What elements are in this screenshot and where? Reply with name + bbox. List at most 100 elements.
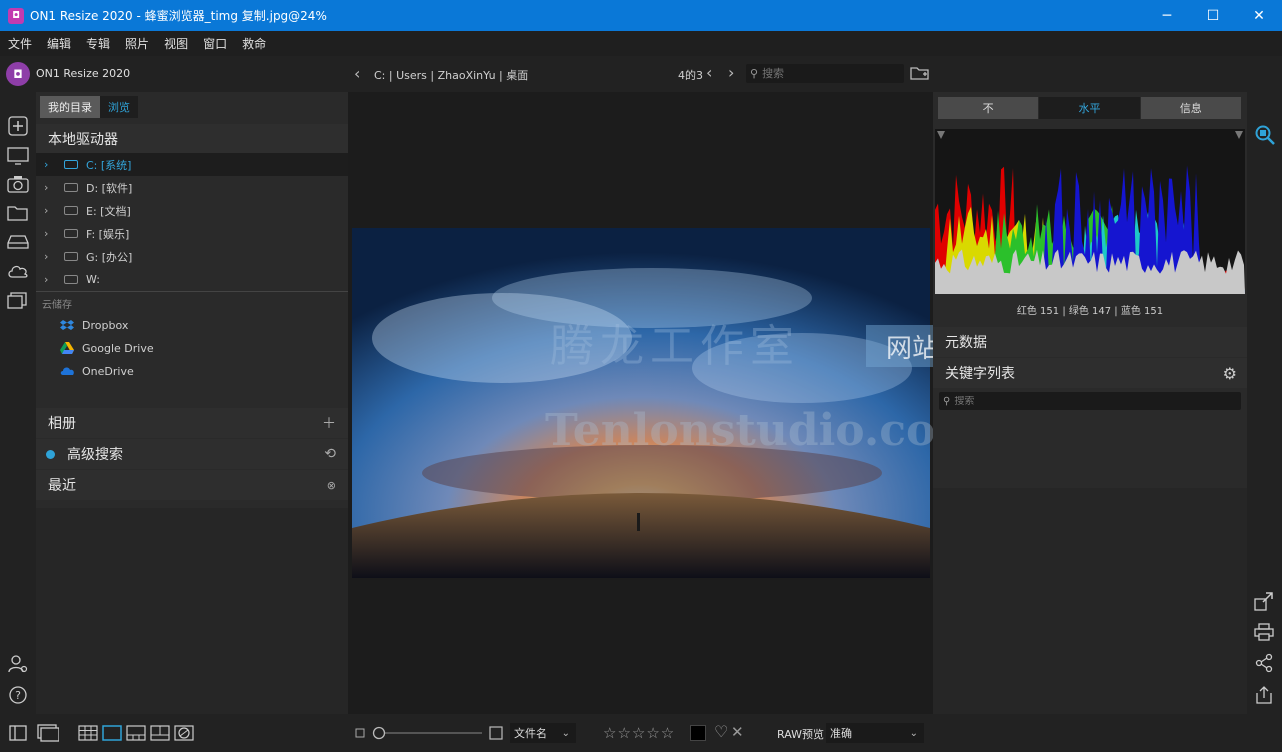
local-drives-header[interactable]: 本地驱动器 [36, 124, 348, 154]
window-title: ON1 Resize 2020 - 蜂蜜浏览器_timg 复制.jpg@24% [30, 9, 327, 23]
tab-my-catalog[interactable]: 我的目录 [40, 96, 100, 118]
reject-icon[interactable]: ✕ [731, 723, 744, 741]
drive-row-d[interactable]: › D: [软件] [36, 176, 348, 199]
resize-icon[interactable] [1253, 590, 1275, 612]
page-count: 4的3 [678, 69, 703, 82]
cloud-icon[interactable] [7, 261, 29, 281]
hard-drive-icon [64, 206, 78, 215]
chevron-down-icon: ⌄ [561, 727, 570, 739]
hard-drive-icon [64, 275, 78, 284]
drive-row-w[interactable]: › W: [36, 268, 348, 291]
albums-icon[interactable] [7, 290, 29, 310]
breadcrumb[interactable]: C: | Users | ZhaoXinYu | 桌面 [374, 67, 528, 83]
back-chevron-icon[interactable]: ‹ [354, 64, 360, 83]
add-album-icon[interactable]: ＋ [322, 413, 336, 433]
segment-level[interactable]: 水平 [1039, 97, 1140, 119]
search-input[interactable] [762, 67, 893, 80]
monitor-icon[interactable] [7, 146, 29, 166]
status-dot [46, 449, 55, 459]
color-label-swatch[interactable] [690, 725, 706, 741]
hard-drive-icon [64, 183, 78, 192]
drive-row-c[interactable]: › C: [系统] [36, 153, 348, 176]
segment-info[interactable]: 信息 [1140, 97, 1241, 119]
on1-logo: ◘ [6, 62, 30, 86]
title-bar: ◘ ON1 Resize 2020 - 蜂蜜浏览器_timg 复制.jpg@24… [0, 0, 1282, 31]
drive-icon[interactable] [7, 231, 29, 251]
chevron-right-icon: › [44, 250, 49, 263]
onedrive-icon [60, 364, 74, 378]
chevron-right-icon: › [44, 204, 49, 217]
menu-window[interactable]: 窗口 [203, 35, 227, 52]
cloud-item-onedrive[interactable]: OneDrive [60, 361, 134, 381]
chevron-right-icon: › [44, 273, 49, 286]
menu-album[interactable]: 专辑 [86, 35, 110, 52]
segment-none[interactable]: 不 [938, 97, 1039, 119]
keyword-search-box[interactable]: ⚲ [939, 392, 1241, 410]
next-chevron-icon[interactable]: › [728, 63, 734, 82]
right-toolbar [1247, 92, 1282, 752]
add-icon[interactable] [7, 116, 29, 136]
close-button[interactable]: ✕ [1236, 0, 1282, 31]
menu-bar: 文件 编辑 专辑 照片 视图 窗口 救命 [0, 31, 1282, 56]
clear-icon[interactable]: ⊗ [327, 479, 336, 492]
metadata-section[interactable]: 元数据 [933, 327, 1247, 357]
cloud-item-google-drive[interactable]: Google Drive [60, 338, 154, 358]
chevron-down-icon: ⌄ [909, 727, 918, 739]
hard-drive-icon [64, 229, 78, 238]
drive-row-f[interactable]: › F: [娱乐] [36, 222, 348, 245]
app-bar: ◘ ON1 Resize 2020 ‹ C: | Users | ZhaoXin… [0, 56, 1282, 92]
menu-photo[interactable]: 照片 [125, 35, 149, 52]
hard-drive-icon [64, 252, 78, 261]
advanced-search-section[interactable]: 高级搜索 ⟲ [36, 439, 348, 469]
tab-browse[interactable]: 浏览 [100, 96, 138, 118]
drive-row-e[interactable]: › E: [文档] [36, 199, 348, 222]
camera-icon[interactable] [7, 174, 29, 194]
app-name: ON1 Resize 2020 [36, 67, 131, 80]
compare-view-icon[interactable] [150, 725, 170, 741]
hard-drive-icon [64, 160, 78, 169]
filmstrip-view-icon[interactable] [126, 725, 146, 741]
sort-select[interactable]: 文件名 ⌄ [510, 723, 576, 743]
grid-view-icon[interactable] [78, 725, 98, 741]
cloud-storage-header: 云储存 [42, 300, 72, 311]
gear-icon[interactable]: ⚙ [1223, 364, 1237, 383]
folder-add-icon[interactable] [910, 65, 930, 81]
search-box[interactable]: ⚲ [746, 64, 904, 83]
folder-link-icon[interactable] [7, 203, 29, 223]
menu-file[interactable]: 文件 [8, 35, 32, 52]
left-toolbar: ? [0, 92, 36, 752]
cloud-item-dropbox[interactable]: Dropbox [60, 315, 128, 335]
zoom-browse-icon[interactable] [1253, 124, 1275, 146]
detail-view-icon[interactable] [102, 725, 122, 741]
albums-section[interactable]: 相册 ＋ [36, 408, 348, 438]
toggle-left-panel-icon[interactable] [9, 725, 27, 741]
reset-icon[interactable]: ⟲ [324, 446, 336, 462]
menu-edit[interactable]: 编辑 [47, 35, 71, 52]
divider [36, 291, 348, 292]
star-rating[interactable]: ☆☆☆☆☆ [603, 724, 675, 742]
thumbnail-size-slider[interactable] [372, 726, 484, 740]
map-view-icon[interactable] [174, 725, 194, 741]
help-icon[interactable]: ? [7, 685, 29, 705]
maximize-button[interactable]: ☐ [1190, 0, 1236, 31]
search-icon: ⚲ [750, 67, 759, 80]
keyword-search-input[interactable] [954, 395, 1225, 407]
user-settings-icon[interactable] [7, 654, 29, 674]
filmstrip-icon[interactable] [37, 724, 59, 742]
export-icon[interactable] [1253, 684, 1275, 706]
raw-preview-select[interactable]: 准确 ⌄ [826, 723, 924, 743]
menu-help[interactable]: 救命 [242, 35, 266, 52]
recent-section[interactable]: 最近 ⊗ [36, 470, 348, 500]
minimize-button[interactable]: ─ [1144, 0, 1190, 31]
rgb-readout: 红色 151 | 绿色 147 | 蓝色 151 [1016, 306, 1164, 317]
watermark-text: 腾龙工作室 [550, 321, 800, 372]
share-icon[interactable] [1253, 652, 1275, 674]
preview-image[interactable] [352, 228, 930, 578]
keywords-section[interactable]: 关键字列表 ⚙ [933, 358, 1247, 388]
large-thumb-icon [489, 726, 503, 740]
prev-chevron-icon[interactable]: ‹ [706, 63, 712, 82]
menu-view[interactable]: 视图 [164, 35, 188, 52]
drive-row-g[interactable]: › G: [办公] [36, 245, 348, 268]
heart-icon[interactable]: ♡ [714, 722, 728, 741]
print-icon[interactable] [1253, 621, 1275, 643]
